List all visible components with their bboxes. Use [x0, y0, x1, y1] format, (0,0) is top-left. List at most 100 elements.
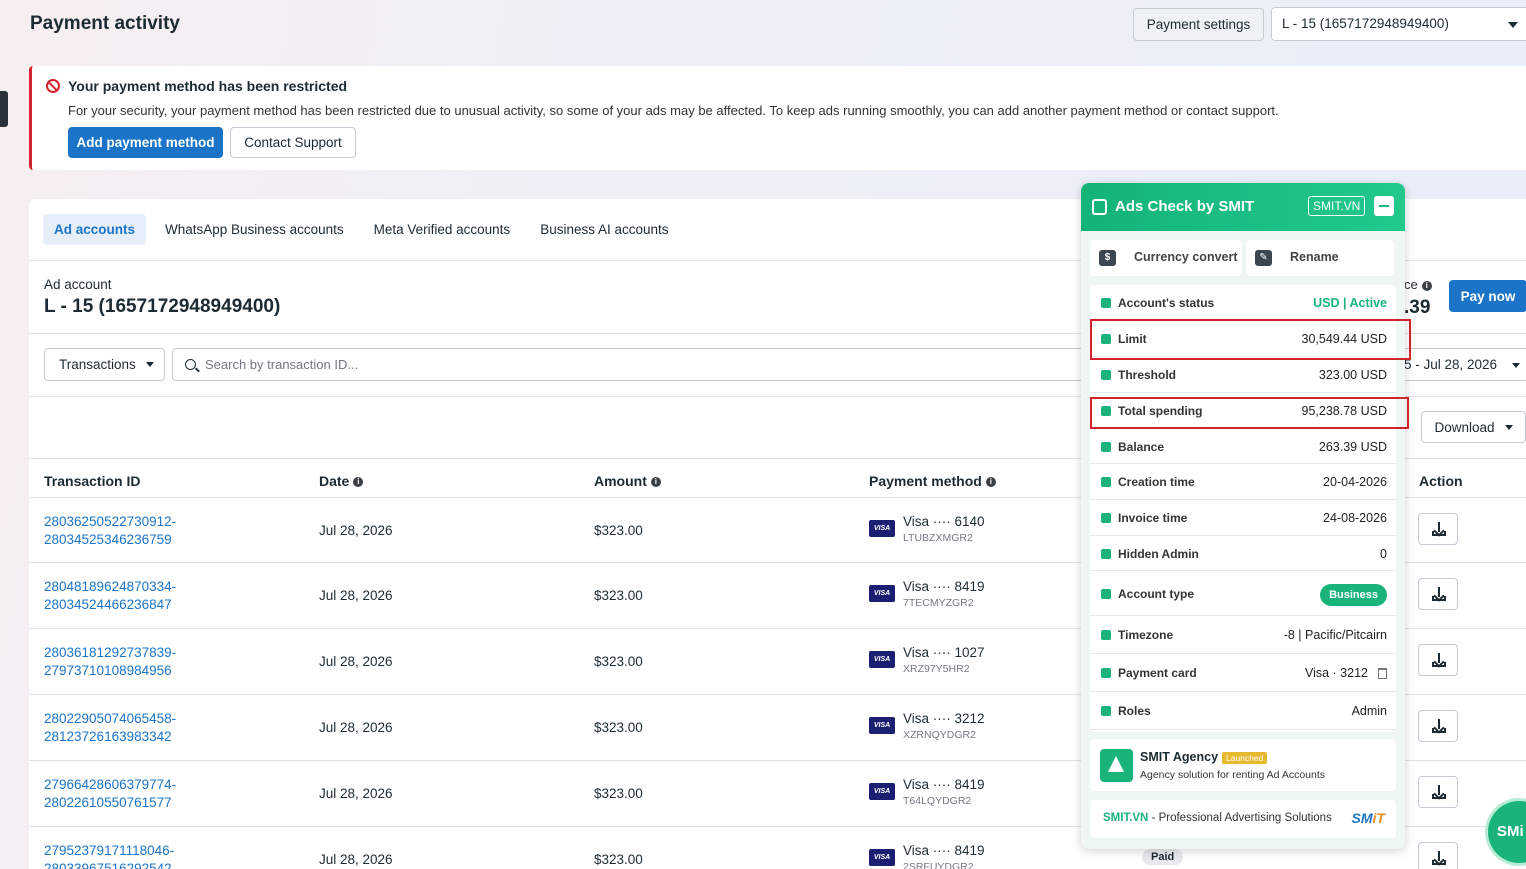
download-receipt-button[interactable]	[1418, 644, 1458, 676]
smit-row-label: Roles	[1118, 704, 1151, 718]
payment-settings-button[interactable]: Payment settings	[1133, 8, 1264, 41]
date-header-text: Date	[319, 473, 350, 489]
search-placeholder: Search by transaction ID...	[205, 357, 359, 372]
download-tray-icon	[1432, 531, 1446, 536]
smit-row-roles: Roles Admin	[1090, 692, 1396, 730]
download-receipt-button[interactable]	[1418, 776, 1458, 808]
smit-row-creation-time: Creation time 20-04-2026	[1090, 464, 1396, 500]
smit-row-payment-card: Payment card Visa · 3212	[1090, 654, 1396, 692]
info-icon: i	[985, 477, 996, 488]
transaction-id-link[interactable]: 28036250522730912- 28034525346236759	[44, 513, 214, 549]
currency-convert-button[interactable]: $ Currency convert	[1090, 240, 1242, 276]
pay-now-button[interactable]: Pay now	[1449, 280, 1526, 312]
visa-card-icon: VISA	[869, 651, 895, 668]
transactions-dropdown[interactable]: Transactions	[44, 348, 165, 381]
ad-account-label: Ad account	[44, 277, 112, 292]
transaction-id-link[interactable]: 28048189624870334- 28034524466236847	[44, 578, 214, 614]
smit-row-label: Timezone	[1118, 628, 1174, 642]
smit-row-value: Admin	[1351, 704, 1387, 718]
transaction-id-part: 28036250522730912-	[44, 514, 177, 529]
balance-label-text: ce	[1404, 277, 1418, 292]
column-header-date[interactable]: Date i	[319, 473, 364, 489]
timezone-icon	[1101, 630, 1111, 640]
roles-icon	[1101, 706, 1111, 716]
account-selector[interactable]: L - 15 (1657172948949400)	[1271, 7, 1526, 41]
transaction-date: Jul 28, 2026	[319, 786, 393, 801]
transaction-id-link[interactable]: 28022905074065458- 28123726163983342	[44, 710, 214, 746]
status-icon	[1101, 298, 1111, 308]
transaction-id-link[interactable]: 28036181292737839- 27973710108984956	[44, 644, 214, 680]
side-panel-handle[interactable]	[0, 91, 8, 127]
transaction-id-link[interactable]: 27966428606379774- 28022610550761577	[44, 776, 214, 812]
info-icon: i	[353, 477, 364, 488]
transaction-id-part: 28048189624870334-	[44, 579, 177, 594]
smit-row-account-s-status: Account's status USD | Active	[1090, 285, 1396, 321]
smit-logo-part-b: iT	[1372, 810, 1385, 826]
transaction-id-part: 28022905074065458-	[44, 711, 177, 726]
smit-row-timezone: Timezone -8 | Pacific/Pitcairn	[1090, 616, 1396, 654]
info-icon: i	[650, 477, 661, 488]
status-badge: Paid	[1142, 849, 1184, 865]
smit-agency-card[interactable]: SMIT Agency Launched Agency solution for …	[1090, 739, 1396, 791]
payment-reference: 2SRFUYDGR2	[903, 861, 974, 869]
smit-row-label: Invoice time	[1118, 511, 1188, 525]
smit-row-account-type: Account type Business	[1090, 571, 1396, 616]
trash-icon[interactable]	[1378, 668, 1387, 680]
add-payment-method-button[interactable]: Add payment method	[68, 127, 223, 158]
contact-support-button[interactable]: Contact Support	[230, 127, 356, 158]
payment-card: Visa ···· 8419	[903, 579, 985, 594]
smit-row-balance: Balance 263.39 USD	[1090, 429, 1396, 464]
download-receipt-button[interactable]	[1418, 842, 1458, 869]
smit-row-value: 263.39 USD	[1318, 440, 1387, 454]
pencil-icon: ✎	[1255, 250, 1272, 266]
search-input[interactable]: Search by transaction ID...	[172, 348, 1092, 381]
transaction-id-part: 28036181292737839-	[44, 645, 177, 660]
card-icon	[1101, 668, 1111, 678]
download-tray-icon	[1432, 662, 1446, 667]
smit-row-label: Account type	[1118, 587, 1195, 601]
smit-row-value: 20-04-2026	[1323, 475, 1387, 489]
download-button[interactable]: Download	[1421, 411, 1526, 443]
limit-highlight	[1090, 319, 1411, 360]
column-header-action: Action	[1419, 473, 1463, 489]
smit-footer[interactable]: SMIT.VN - Professional Advertising Solut…	[1090, 800, 1396, 838]
smit-title: Ads Check by SMIT	[1115, 198, 1255, 215]
transaction-id-link[interactable]: 27952379171118046- 28033967516292542	[44, 842, 214, 869]
currency-icon: $	[1099, 250, 1116, 266]
date-range-value: 5 - Jul 28, 2026	[1404, 357, 1498, 372]
launched-badge: Launched	[1222, 751, 1268, 764]
transaction-date: Jul 28, 2026	[319, 588, 393, 603]
column-header-amount[interactable]: Amount i	[594, 473, 661, 489]
restriction-alert: Your payment method has been restricted …	[29, 66, 1526, 170]
smit-row-label: Creation time	[1118, 475, 1195, 489]
invoice-icon	[1101, 513, 1111, 523]
smit-logo: SMiT	[1352, 810, 1385, 826]
alert-title: Your payment method has been restricted	[68, 78, 348, 94]
download-receipt-button[interactable]	[1418, 513, 1458, 545]
account-tabs: Ad accounts WhatsApp Business accounts M…	[43, 214, 688, 245]
transaction-date: Jul 28, 2026	[319, 523, 393, 538]
rename-button[interactable]: ✎ Rename	[1246, 240, 1394, 276]
transaction-id-part: 28034525346236759	[44, 532, 172, 547]
visa-card-icon: VISA	[869, 585, 895, 602]
smit-row-invoice-time: Invoice time 24-08-2026	[1090, 500, 1396, 536]
date-range-picker[interactable]: 5 - Jul 28, 2026	[1399, 348, 1526, 381]
minimize-icon[interactable]	[1374, 196, 1394, 216]
tab-business-ai[interactable]: Business AI accounts	[529, 214, 679, 245]
visa-card-icon: VISA	[869, 783, 895, 800]
column-header-method[interactable]: Payment method i	[869, 473, 996, 489]
download-tray-icon	[1432, 860, 1446, 865]
tab-whatsapp-business[interactable]: WhatsApp Business accounts	[154, 214, 355, 245]
download-tray-icon	[1432, 794, 1446, 799]
transaction-id-part: 28022610550761577	[44, 795, 172, 810]
chevron-down-icon	[145, 362, 154, 367]
transaction-id-part: 28034524466236847	[44, 597, 172, 612]
tab-ad-accounts[interactable]: Ad accounts	[43, 214, 147, 245]
download-receipt-button[interactable]	[1418, 578, 1458, 610]
smit-badge[interactable]: SMIT.VN	[1308, 196, 1366, 216]
balance-label: ce i	[1404, 277, 1432, 292]
payment-card-value: Visa · 3212	[1304, 666, 1368, 680]
payment-reference: 7TECMYZGR2	[903, 597, 974, 609]
download-receipt-button[interactable]	[1418, 710, 1458, 742]
tab-meta-verified[interactable]: Meta Verified accounts	[363, 214, 522, 245]
